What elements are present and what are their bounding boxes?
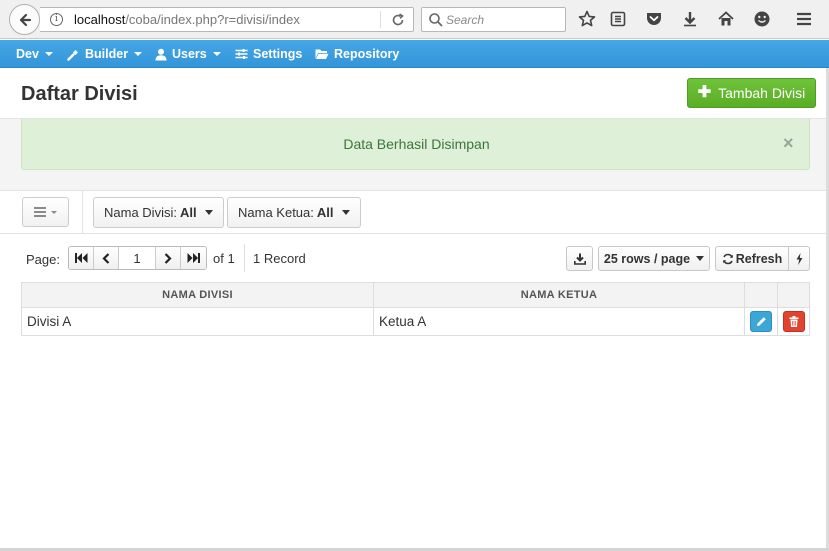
alert-area: Data Berhasil Disimpan ×	[0, 119, 829, 190]
nav-dev[interactable]: Dev	[16, 40, 53, 68]
rows-per-page-dropdown[interactable]: 25 rows / page	[598, 246, 710, 271]
pocket-icon[interactable]	[644, 9, 664, 29]
folder-open-icon	[315, 49, 329, 59]
chevron-down-icon	[341, 210, 350, 215]
pencil-icon	[756, 317, 766, 326]
browser-toolbar: i localhost/coba/index.php?r=divisi/inde…	[0, 0, 829, 39]
success-alert: Data Berhasil Disimpan ×	[21, 119, 810, 170]
cell-nama-divisi: Divisi A	[21, 307, 374, 336]
cell-delete	[777, 307, 810, 336]
page-count: of 1	[213, 251, 235, 266]
back-button[interactable]	[9, 4, 40, 35]
refresh-button[interactable]: Refresh	[715, 246, 789, 271]
refresh-label: Refresh	[735, 251, 783, 266]
first-page-icon	[74, 253, 87, 263]
filter-nama-ketua-value: All	[316, 205, 334, 220]
divisi-table: NAMA DIVISI NAMA KETUA Divisi A Ketua A	[21, 282, 810, 336]
next-page-button[interactable]	[156, 247, 181, 269]
last-page-icon	[187, 253, 200, 263]
nav-dev-label: Dev	[16, 47, 39, 61]
refresh-icon	[722, 253, 733, 264]
wrench-icon	[67, 49, 78, 61]
reading-list-icon[interactable]	[608, 9, 628, 29]
chevron-down-icon	[204, 210, 213, 215]
nav-users-label: Users	[172, 47, 207, 61]
record-count: 1 Record	[253, 251, 306, 266]
last-page-button[interactable]	[181, 247, 206, 269]
nav-repository-label: Repository	[334, 47, 400, 61]
page-header: Daftar Divisi ✚ Tambah Divisi	[0, 68, 829, 119]
rows-per-page-label: 25 rows / page	[603, 251, 691, 266]
main-navbar: Dev Builder Users Settings Repository	[0, 40, 829, 68]
pager-label: Page:	[26, 252, 60, 267]
nav-builder[interactable]: Builder	[67, 40, 143, 68]
download-icon[interactable]	[680, 9, 700, 29]
content-area: Data Berhasil Disimpan × Nama Divisi: All…	[0, 119, 829, 551]
column-menu-button[interactable]	[22, 197, 69, 227]
list-icon	[33, 207, 57, 217]
address-separator	[380, 11, 381, 28]
close-icon[interactable]: ×	[783, 133, 794, 153]
edit-button[interactable]	[750, 311, 772, 332]
cell-edit	[744, 307, 778, 336]
export-button[interactable]	[566, 246, 593, 271]
filter-nama-divisi-value: All	[179, 205, 197, 220]
column-header-edit	[744, 282, 778, 308]
browser-search-input[interactable]	[446, 12, 561, 28]
nav-users[interactable]: Users	[155, 40, 221, 68]
delete-button[interactable]	[782, 311, 805, 332]
filter-nama-divisi[interactable]: Nama Divisi: All	[93, 197, 224, 228]
page-title: Daftar Divisi	[21, 83, 138, 105]
filter-nama-ketua-label: Nama Ketua:	[238, 205, 314, 220]
hamburger-menu-icon[interactable]	[794, 9, 814, 29]
url-path: /coba/index.php?r=divisi/index	[125, 12, 300, 27]
url-host: localhost	[74, 12, 126, 27]
back-arrow-icon	[19, 13, 31, 26]
home-icon[interactable]	[716, 9, 736, 29]
chevron-down-icon	[212, 52, 221, 56]
cell-nama-ketua: Ketua A	[373, 307, 745, 336]
address-bar[interactable]: i localhost/coba/index.php?r=divisi/inde…	[40, 7, 414, 32]
table-header-row: NAMA DIVISI NAMA KETUA	[21, 282, 810, 308]
filter-separator	[82, 191, 83, 234]
first-page-button[interactable]	[69, 247, 94, 269]
chevron-right-icon	[164, 252, 172, 264]
chevron-down-icon	[44, 52, 53, 56]
user-icon	[155, 48, 167, 60]
nav-repository[interactable]: Repository	[315, 40, 399, 68]
alert-message: Data Berhasil Disimpan	[343, 136, 490, 152]
emoji-icon[interactable]	[752, 9, 772, 29]
pager-separator	[244, 244, 245, 272]
chevron-down-icon	[696, 256, 705, 261]
nav-settings-label: Settings	[253, 47, 303, 61]
filter-bar: Nama Divisi: All Nama Ketua: All	[0, 190, 829, 234]
chevron-left-icon	[102, 252, 110, 264]
info-icon[interactable]: i	[50, 13, 63, 26]
plus-icon: ✚	[697, 84, 712, 101]
search-icon	[429, 13, 443, 27]
url-text[interactable]: localhost/coba/index.php?r=divisi/index	[74, 12, 300, 27]
table-row: Divisi A Ketua A	[21, 307, 810, 336]
sliders-icon	[235, 49, 248, 59]
column-header-nama-divisi[interactable]: NAMA DIVISI	[21, 282, 374, 308]
browser-search-box[interactable]	[421, 7, 566, 32]
nav-builder-label: Builder	[85, 47, 129, 61]
add-divisi-button[interactable]: ✚ Tambah Divisi	[687, 78, 816, 108]
prev-page-button[interactable]	[94, 247, 119, 269]
add-divisi-label: Tambah Divisi	[718, 85, 806, 101]
bolt-icon	[796, 252, 802, 265]
filter-nama-divisi-label: Nama Divisi:	[104, 205, 177, 220]
column-header-delete	[777, 282, 810, 308]
chevron-down-icon	[134, 52, 143, 56]
page-number-input[interactable]	[119, 247, 156, 269]
trash-icon	[789, 316, 798, 327]
bookmark-star-icon[interactable]	[577, 9, 597, 29]
filter-nama-ketua[interactable]: Nama Ketua: All	[227, 197, 361, 228]
download-icon	[573, 253, 586, 265]
column-header-nama-ketua[interactable]: NAMA KETUA	[373, 282, 745, 308]
auto-refresh-button[interactable]	[788, 246, 810, 271]
pager-controls	[68, 246, 207, 270]
nav-settings[interactable]: Settings	[235, 40, 302, 68]
reload-icon[interactable]	[390, 12, 406, 28]
